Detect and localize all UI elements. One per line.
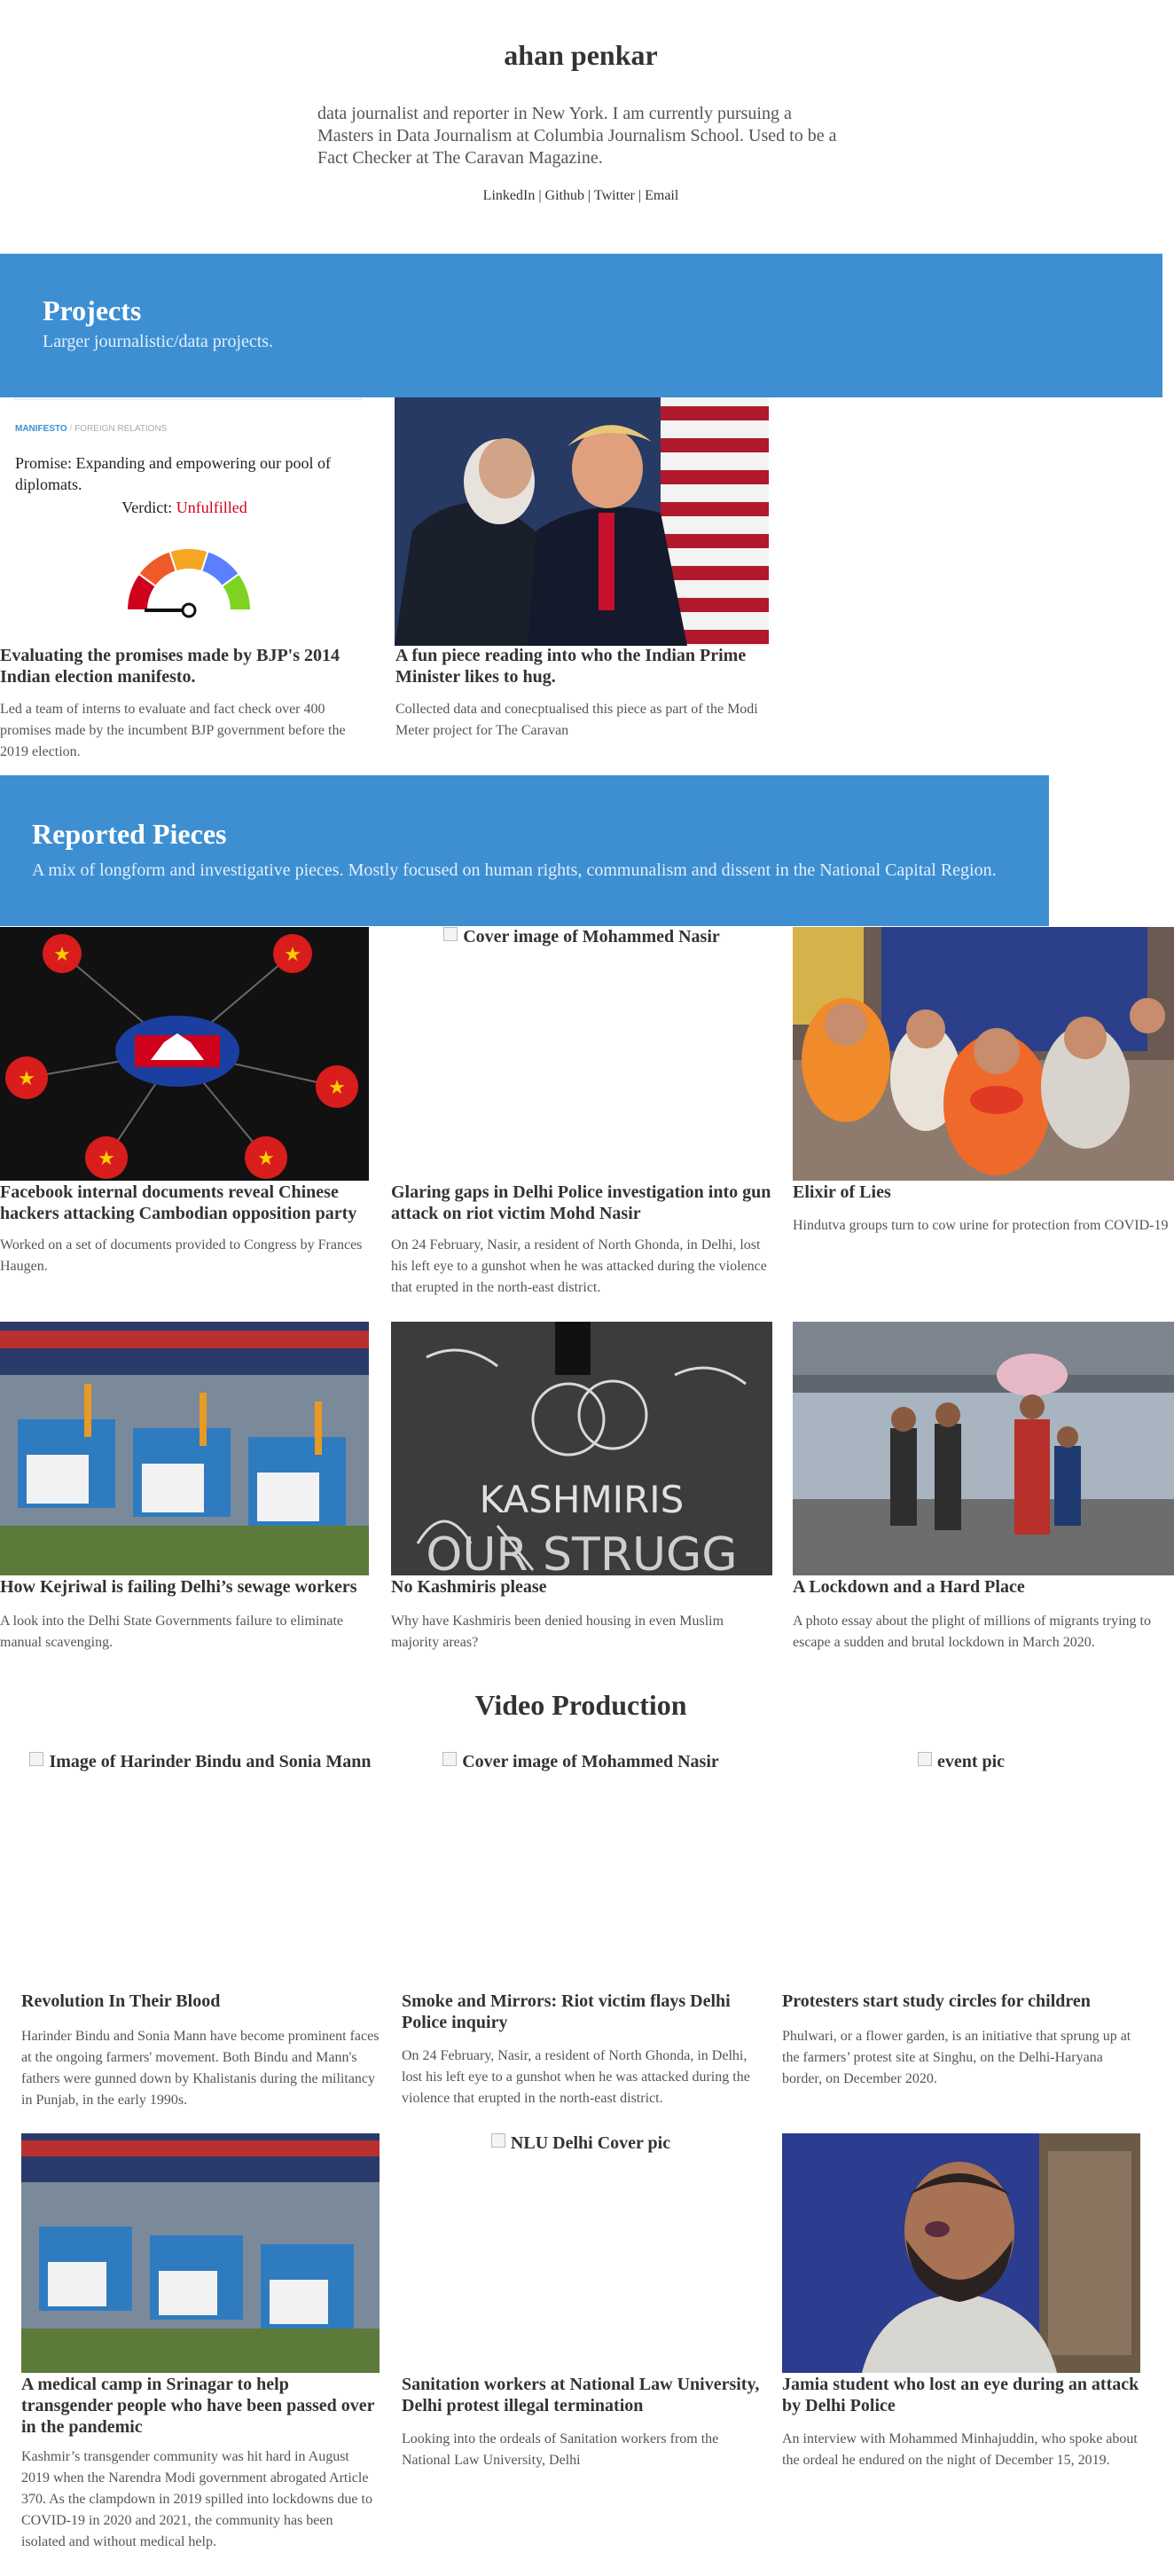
reported-banner: Reported Pieces A mix of longform and in… [0, 775, 1049, 926]
reported-desc: Worked on a set of documents provided to… [0, 1237, 363, 1274]
promise-text: Promise: Expanding and empowering our po… [15, 454, 331, 493]
video-title[interactable]: Revolution In Their Blood [21, 1991, 380, 2012]
project-title[interactable]: Evaluating the promises made by BJP's 20… [0, 645, 372, 687]
reported-desc: Hindutva groups turn to cow urine for pr… [793, 1218, 1169, 1233]
svg-text:★: ★ [284, 944, 301, 966]
projects-heading: Projects [43, 295, 142, 326]
gathering-illustration [793, 927, 1174, 1181]
reported-title[interactable]: No Kashmiris please [391, 1576, 772, 1598]
reported-title[interactable]: How Kejriwal is failing Delhi’s sewage w… [0, 1576, 372, 1598]
svg-text:★: ★ [328, 1077, 346, 1099]
broken-image-icon [442, 1752, 458, 1766]
project-title[interactable]: A fun piece reading into who the Indian … [395, 645, 768, 687]
reported-title[interactable]: Elixir of Lies [793, 1182, 1174, 1203]
reported-title[interactable]: A Lockdown and a Hard Place [793, 1576, 1174, 1598]
video-desc: Phulwari, or a flower garden, is an init… [782, 2029, 1131, 2086]
nasir-cover-image[interactable]: Cover image of Mohammed Nasir [391, 927, 772, 1181]
svg-text:OUR STRUGG: OUR STRUGG [426, 1528, 737, 1575]
broken-image-icon [917, 1752, 932, 1766]
svg-text:KASHMIRIS: KASHMIRIS [480, 1478, 685, 1521]
projects-subtitle: Larger journalistic/data projects. [43, 332, 274, 351]
gauge-hub [181, 602, 197, 618]
reported-title[interactable]: Glaring gaps in Delhi Police investigati… [391, 1182, 772, 1224]
reported-desc: Why have Kashmiris been denied housing i… [391, 1614, 724, 1650]
jamia-student-photo[interactable] [782, 2133, 1140, 2373]
svg-text:★: ★ [18, 1068, 35, 1090]
reported-desc: A photo essay about the plight of millio… [793, 1614, 1151, 1650]
project-desc: Led a team of interns to evaluate and fa… [0, 702, 346, 759]
verdict-line: Verdict: Unfulfilled [121, 499, 247, 516]
nlu-cover-image[interactable]: NLU Delhi Cover pic [402, 2133, 760, 2373]
video-title[interactable]: Jamia student who lost an eye during an … [782, 2374, 1140, 2416]
site-title: ahan penkar [504, 39, 658, 71]
twitter-link[interactable]: Twitter [594, 188, 635, 203]
reported-title[interactable]: Facebook internal documents reveal Chine… [0, 1182, 372, 1224]
network-illustration: ★ ★ ★ ★ ★ ★ [0, 927, 369, 1181]
srinagar-camp-photo[interactable] [21, 2133, 380, 2373]
video-heading: Video Production [474, 1689, 687, 1721]
svg-text:★: ★ [53, 944, 71, 966]
video-title[interactable]: Smoke and Mirrors: Riot victim flays Del… [402, 1991, 760, 2033]
project-desc: Collected data and conecptualised this p… [395, 702, 758, 738]
migrants-illustration [793, 1322, 1174, 1575]
trucks-illustration [0, 1322, 369, 1575]
cambodia-hacker-illustration[interactable]: ★ ★ ★ ★ ★ ★ [0, 927, 369, 1181]
event-image[interactable]: event pic [782, 1752, 1140, 1991]
broken-image-icon [443, 927, 458, 941]
video-desc: On 24 February, Nasir, a resident of Nor… [402, 2048, 750, 2106]
divider [14, 399, 362, 400]
hug-illustration [395, 397, 769, 646]
broken-image-icon [490, 2133, 505, 2148]
manifesto-thumbnail[interactable]: MANIFESTO / FOREIGN RELATIONS Promise: E… [0, 397, 369, 644]
video-desc: Kashmir’s transgender community was hit … [21, 2449, 372, 2549]
linkedin-link[interactable]: LinkedIn [483, 188, 536, 203]
reported-heading: Reported Pieces [32, 818, 227, 850]
video-title[interactable]: Sanitation workers at National Law Unive… [402, 2374, 760, 2416]
svg-text:★: ★ [98, 1148, 115, 1170]
projects-banner: Projects Larger journalistic/data projec… [0, 254, 1162, 397]
kashmiris-chalk-photo[interactable]: KASHMIRIS OUR STRUGG [391, 1322, 772, 1575]
video-desc: Harinder Bindu and Sonia Mann have becom… [21, 2029, 380, 2108]
bindu-mann-image[interactable]: Image of Harinder Bindu and Sonia Mann [21, 1752, 380, 1991]
bio-text: data journalist and reporter in New York… [317, 104, 837, 168]
cow-urine-event-photo[interactable] [793, 927, 1174, 1181]
chalk-illustration: KASHMIRIS OUR STRUGG [391, 1322, 772, 1575]
svg-text:★: ★ [257, 1148, 275, 1170]
modi-trump-hug-photo[interactable] [395, 397, 769, 646]
video-title[interactable]: Protesters start study circles for child… [782, 1991, 1140, 2012]
breadcrumb: MANIFESTO / FOREIGN RELATIONS [15, 424, 168, 434]
reported-subtitle: A mix of longform and investigative piec… [32, 860, 997, 880]
nasir-video-image[interactable]: Cover image of Mohammed Nasir [402, 1752, 760, 1991]
video-title[interactable]: A medical camp in Srinagar to help trans… [21, 2374, 380, 2438]
social-links: LinkedIn | Github | Twitter | Email [482, 188, 679, 203]
gauge-chart [125, 547, 253, 618]
sewage-trucks-photo[interactable] [0, 1322, 369, 1575]
broken-image-icon [29, 1752, 44, 1766]
migrants-photo[interactable] [793, 1322, 1174, 1575]
github-link[interactable]: Github [545, 188, 584, 203]
email-link[interactable]: Email [645, 188, 678, 203]
camp-illustration [21, 2133, 380, 2373]
reported-desc: A look into the Delhi State Governments … [0, 1614, 344, 1650]
video-desc: An interview with Mohammed Minhajuddin, … [782, 2431, 1138, 2468]
reported-desc: On 24 February, Nasir, a resident of Nor… [391, 1237, 767, 1295]
portrait-illustration [782, 2133, 1140, 2373]
video-desc: Looking into the ordeals of Sanitation w… [402, 2431, 719, 2468]
